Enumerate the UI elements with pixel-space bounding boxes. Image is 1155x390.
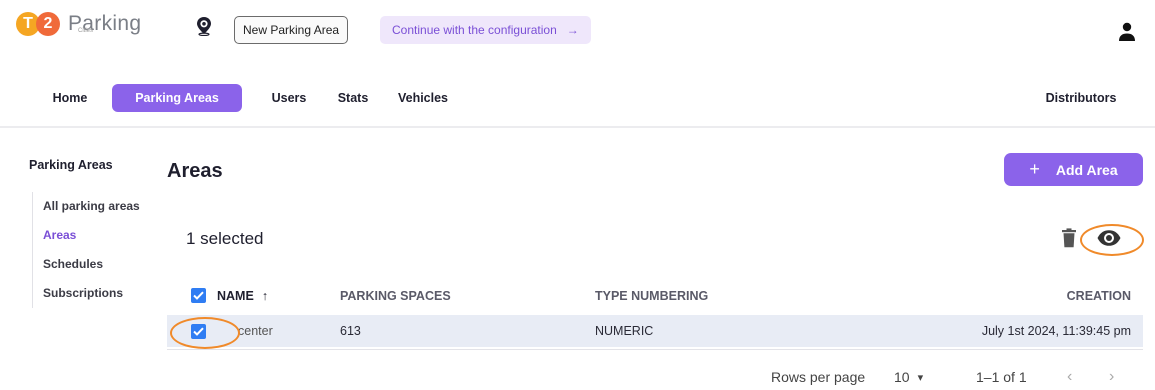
brand-subtitle: Cities	[78, 28, 94, 34]
column-header-parking-spaces[interactable]: PARKING SPACES	[340, 282, 451, 310]
main-nav: Home Parking Areas Users Stats Vehicles …	[0, 84, 1155, 112]
cell-type-numbering: NUMERIC	[595, 324, 654, 338]
sidebar-item-all-parking-areas[interactable]: All parking areas	[43, 192, 140, 221]
continue-configuration-label: Continue with the configuration	[392, 23, 557, 37]
row-divider	[167, 349, 1143, 350]
column-header-creation[interactable]: CREATION	[1067, 282, 1131, 310]
nav-vehicles[interactable]: Vehicles	[388, 84, 458, 112]
chevron-down-icon: ▾	[917, 371, 924, 384]
cell-parking-spaces: 613	[340, 324, 361, 338]
add-area-label: Add Area	[1055, 161, 1118, 178]
user-icon[interactable]	[1118, 22, 1136, 42]
nav-home[interactable]: Home	[48, 84, 92, 112]
plus-icon: +	[1029, 159, 1040, 179]
sidebar-item-schedules[interactable]: Schedules	[43, 250, 140, 279]
pagination-range: 1–1 of 1	[976, 369, 1027, 385]
sidebar-item-subscriptions[interactable]: Subscriptions	[43, 279, 140, 308]
column-header-type-numbering[interactable]: TYPE NUMBERING	[595, 282, 708, 310]
rows-per-page-label: Rows per page	[771, 369, 866, 385]
logo-2-badge: 2	[36, 12, 60, 36]
rows-per-page-select[interactable]: 10 ▾	[894, 367, 923, 387]
continue-configuration-button[interactable]: Continue with the configuration →	[380, 16, 591, 44]
page-title: Areas	[167, 160, 223, 182]
location-pin-icon[interactable]	[194, 16, 214, 36]
trash-icon[interactable]	[1061, 228, 1077, 248]
nav-parking-areas[interactable]: Parking Areas	[112, 84, 242, 112]
arrow-right-icon: →	[566, 23, 579, 37]
top-bar: T 2 Parking Cities New Parking Area Cont…	[0, 0, 1155, 64]
nav-distributors[interactable]: Distributors	[1036, 84, 1126, 112]
eye-highlight-ring	[1080, 224, 1144, 256]
checkbox-highlight-ring	[170, 317, 240, 349]
table-header: NAME ↑ PARKING SPACES TYPE NUMBERING CRE…	[167, 282, 1143, 310]
checkmark-icon	[193, 291, 204, 300]
sidebar-title: Parking Areas	[29, 158, 113, 172]
sort-arrow-up-icon: ↑	[261, 289, 269, 303]
table-row[interactable]: center 613 NUMERIC July 1st 2024, 11:39:…	[167, 315, 1143, 347]
rows-per-page-value: 10	[894, 369, 910, 385]
nav-users[interactable]: Users	[264, 84, 314, 112]
previous-page-button[interactable]: ‹	[1067, 367, 1072, 387]
column-header-name-label: NAME	[217, 289, 254, 303]
column-header-name[interactable]: NAME ↑	[217, 282, 268, 310]
next-page-button[interactable]: ›	[1109, 367, 1114, 387]
sidebar-item-areas[interactable]: Areas	[43, 221, 140, 250]
nav-divider	[0, 126, 1155, 128]
cell-creation: July 1st 2024, 11:39:45 pm	[981, 324, 1131, 338]
nav-stats[interactable]: Stats	[330, 84, 376, 112]
add-area-button[interactable]: + Add Area	[1004, 153, 1143, 186]
sidebar-menu: All parking areas Areas Schedules Subscr…	[32, 192, 140, 308]
new-parking-area-button[interactable]: New Parking Area	[234, 16, 349, 44]
cell-name: center	[238, 324, 273, 338]
select-all-checkbox[interactable]	[191, 288, 206, 303]
selection-count: 1 selected	[186, 229, 264, 248]
